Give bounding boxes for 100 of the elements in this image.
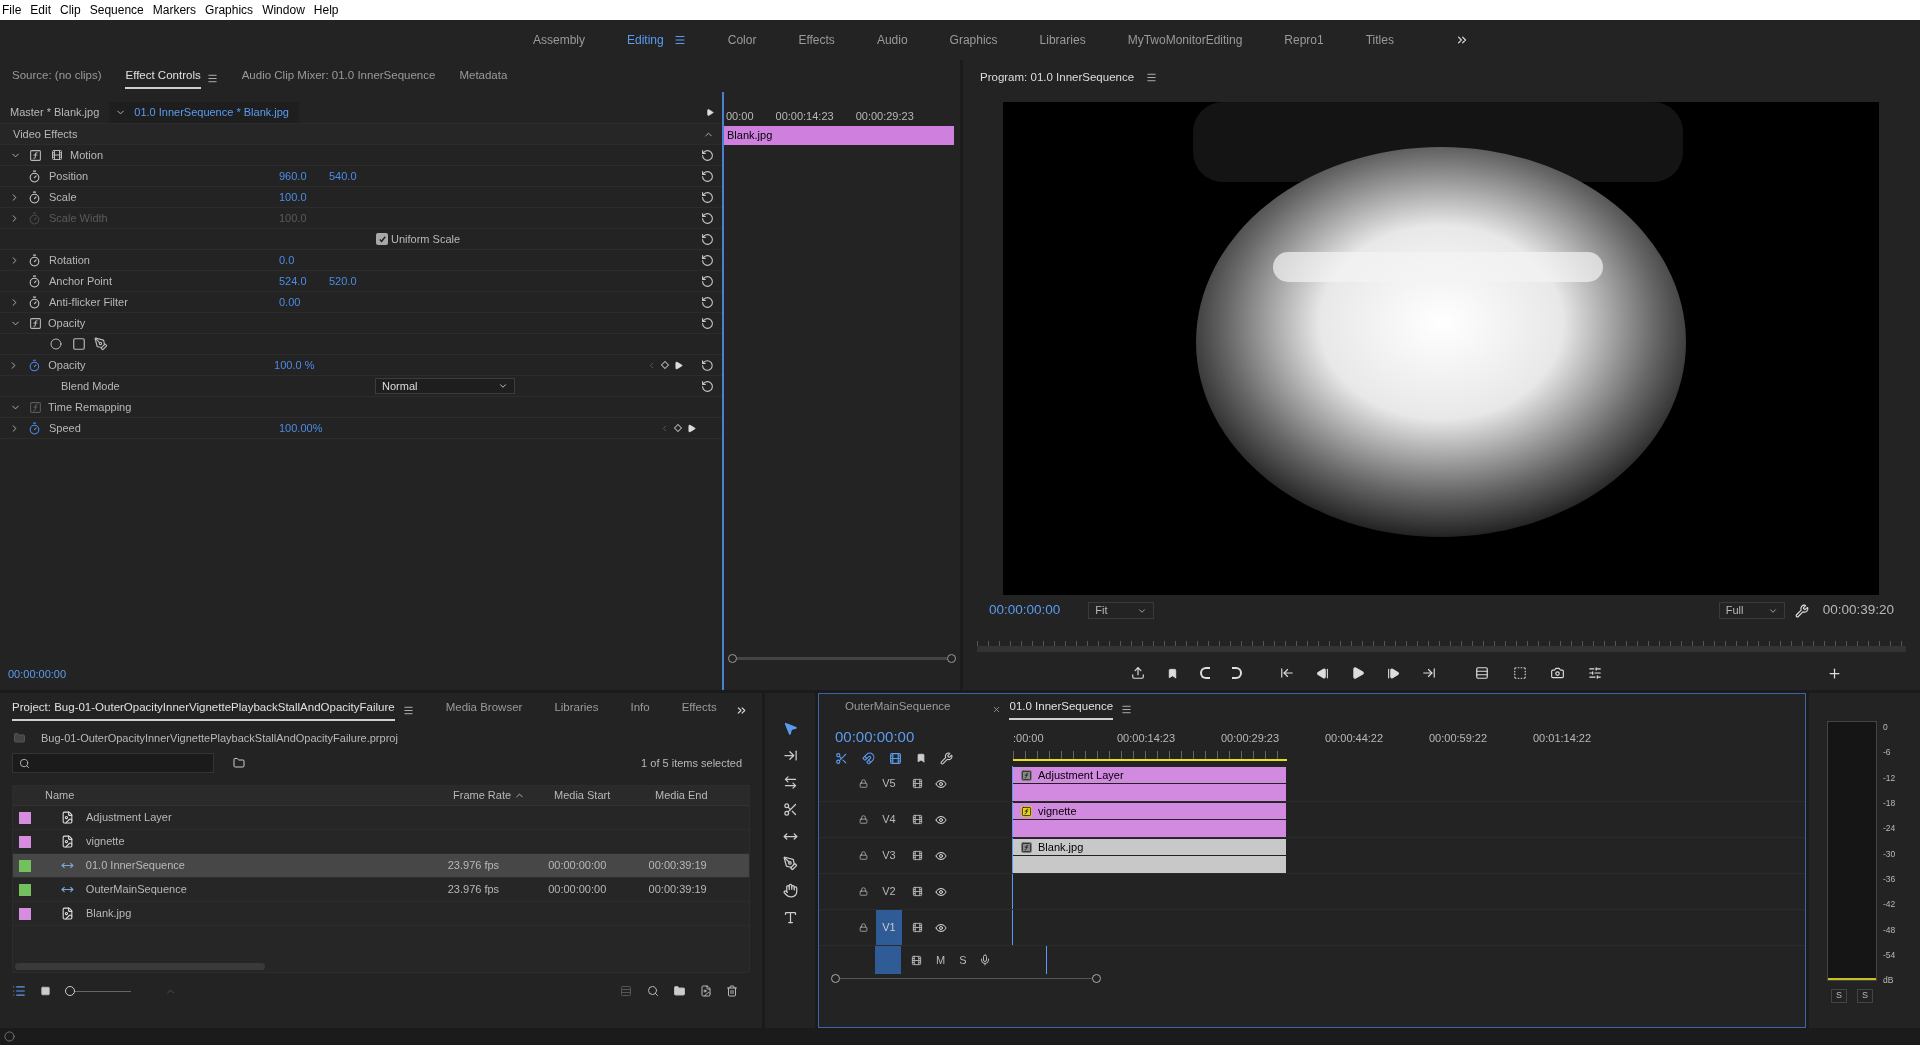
property-value[interactable]: 100.00% xyxy=(279,419,323,437)
property-value[interactable]: 100.0 % xyxy=(274,356,315,374)
solo-button[interactable]: S xyxy=(1857,989,1873,1003)
visibility-icon[interactable] xyxy=(935,921,947,934)
column-header[interactable]: Name xyxy=(43,787,453,804)
pen-mask-icon[interactable] xyxy=(94,337,108,351)
step-forward-icon[interactable] xyxy=(1387,666,1400,680)
property-value[interactable]: 524.0 xyxy=(279,272,313,290)
property-value[interactable]: 0.00 xyxy=(279,293,313,311)
mark-in-icon[interactable] xyxy=(1200,667,1210,680)
go-to-out-icon[interactable] xyxy=(1422,666,1436,681)
panel-tab[interactable]: OuterMainSequence xyxy=(845,698,951,720)
menu-item[interactable]: Sequence xyxy=(89,1,144,19)
fx-icon[interactable] xyxy=(29,316,42,330)
snap-icon[interactable] xyxy=(862,751,875,765)
workspace-tab[interactable]: Audio xyxy=(855,31,929,49)
panel-tab[interactable]: Effects xyxy=(681,699,717,721)
search-icon[interactable] xyxy=(647,985,659,997)
visibility-icon[interactable] xyxy=(935,885,947,898)
track-toggle[interactable]: S xyxy=(959,951,967,969)
ripple-edit-tool-icon[interactable] xyxy=(782,775,798,790)
menu-item[interactable]: Graphics xyxy=(205,1,254,19)
workspace-tab[interactable]: Effects xyxy=(777,31,856,49)
stopwatch-icon[interactable] xyxy=(28,421,41,435)
panel-menu-icon[interactable] xyxy=(402,704,414,716)
quality-dropdown[interactable]: Full xyxy=(1718,602,1785,620)
reset-icon[interactable] xyxy=(701,274,714,288)
fx-icon[interactable] xyxy=(29,148,42,162)
selection-tool-icon[interactable] xyxy=(782,721,798,736)
lock-icon[interactable] xyxy=(859,779,868,788)
menu-item[interactable]: Clip xyxy=(60,1,81,19)
column-header[interactable]: Media Start xyxy=(554,787,655,804)
visibility-icon[interactable] xyxy=(935,777,947,790)
extract-icon[interactable] xyxy=(1512,666,1528,681)
lift-icon[interactable] xyxy=(1474,666,1490,681)
panel-tab[interactable]: Audio Clip Mixer: 01.0 InnerSequence xyxy=(241,67,436,89)
property-value[interactable]: 540.0 xyxy=(329,167,357,185)
timeline-clip[interactable]: vignette xyxy=(1013,803,1286,837)
settings-icon[interactable] xyxy=(1794,603,1809,618)
blend-mode-dropdown[interactable]: Normal xyxy=(375,378,515,394)
show-timeline-icon[interactable] xyxy=(706,108,714,117)
workspace-menu-icon[interactable] xyxy=(673,34,686,46)
razor-tool-icon[interactable] xyxy=(782,802,798,817)
dropdown-chevron-icon[interactable] xyxy=(498,381,508,391)
menu-item[interactable]: Markers xyxy=(152,1,197,19)
new-item-icon[interactable] xyxy=(700,985,712,997)
label-color-swatch[interactable] xyxy=(19,859,31,872)
stopwatch-icon[interactable] xyxy=(27,358,41,372)
workspace-tab[interactable]: Libraries xyxy=(1018,31,1107,49)
label-color-swatch[interactable] xyxy=(19,907,31,920)
menu-item[interactable]: Window xyxy=(262,1,305,19)
workspace-tab[interactable]: MyTwoMonitorEditing xyxy=(1106,31,1264,49)
fx-badge-icon[interactable] xyxy=(1021,805,1032,817)
reset-icon[interactable] xyxy=(701,358,714,372)
reset-icon[interactable] xyxy=(701,190,714,204)
panel-tab[interactable]: Libraries xyxy=(554,699,599,721)
panel-tab[interactable]: Effect Controls xyxy=(125,67,201,89)
playhead-timecode[interactable]: 00:00:00:00 xyxy=(835,726,1013,749)
fx-badge-icon[interactable] xyxy=(1021,841,1032,853)
close-icon[interactable] xyxy=(992,704,1002,714)
visibility-icon[interactable] xyxy=(935,813,947,826)
reset-icon[interactable] xyxy=(701,169,714,183)
lock-icon[interactable] xyxy=(859,923,868,932)
reset-icon[interactable] xyxy=(701,316,714,330)
property-value[interactable]: 960.0 xyxy=(279,167,313,185)
next-keyframe-icon[interactable] xyxy=(687,423,696,433)
master-clip-label[interactable]: Master * Blank.jpg xyxy=(0,104,110,121)
new-bin-icon[interactable] xyxy=(673,985,686,997)
property-value[interactable]: 100.0 xyxy=(279,188,313,206)
lock-icon[interactable] xyxy=(859,851,868,860)
panel-tab[interactable]: Project: Bug-01-OuterOpacityInnerVignettePlaybackStallAndOpacityFailure xyxy=(12,699,395,721)
stopwatch-icon[interactable] xyxy=(28,169,41,183)
checkbox[interactable] xyxy=(376,233,388,245)
panel-tab[interactable]: 01.0 InnerSequence xyxy=(1009,698,1114,720)
reset-icon[interactable] xyxy=(701,232,714,246)
ellipse-mask-icon[interactable] xyxy=(48,338,64,350)
panel-tab[interactable]: Media Browser xyxy=(445,699,523,721)
menu-item[interactable]: File xyxy=(2,1,22,19)
workspace-tab[interactable]: Graphics xyxy=(928,31,1019,49)
icon-view-icon[interactable] xyxy=(40,986,51,996)
reset-icon[interactable] xyxy=(701,253,714,267)
step-back-icon[interactable] xyxy=(1316,666,1329,680)
menu-item[interactable]: Help xyxy=(313,1,339,19)
stopwatch-icon[interactable] xyxy=(28,253,41,267)
column-header[interactable]: Frame Rate xyxy=(453,787,554,804)
workspace-tab[interactable]: Color xyxy=(706,31,778,49)
reset-icon[interactable] xyxy=(701,295,714,309)
menu-item[interactable]: Edit xyxy=(30,1,52,19)
visibility-icon[interactable] xyxy=(935,849,947,862)
workspace-tab[interactable]: Editing xyxy=(606,31,707,49)
go-to-in-icon[interactable] xyxy=(1280,666,1294,681)
timecode[interactable]: 00:00:00:00 xyxy=(0,665,722,690)
track-target[interactable]: V4 xyxy=(876,802,902,837)
panel-tab[interactable]: Metadata xyxy=(459,67,508,89)
project-item-row[interactable]: Blank.jpg xyxy=(13,902,749,926)
stopwatch-icon[interactable] xyxy=(28,295,41,309)
add-marker-icon[interactable] xyxy=(916,753,926,763)
lock-icon[interactable] xyxy=(859,887,868,896)
track-target[interactable]: V5 xyxy=(876,766,902,801)
track-select-tool-icon[interactable] xyxy=(782,748,798,763)
